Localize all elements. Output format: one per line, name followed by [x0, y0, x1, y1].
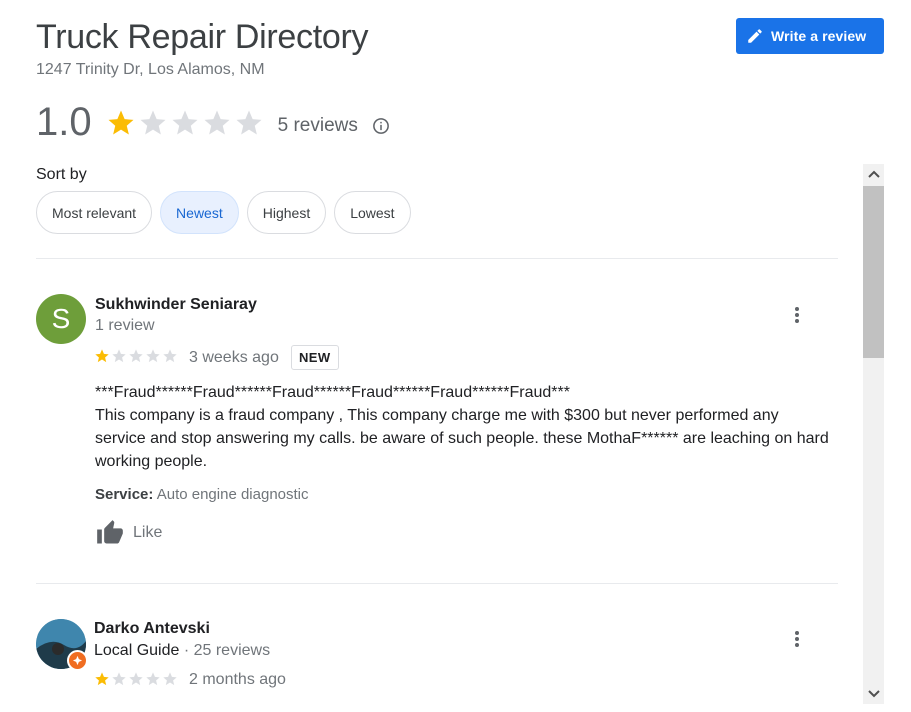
star-empty-icon: [129, 672, 143, 686]
review-text-headline: ***Fraud******Fraud******Fraud******Frau…: [95, 384, 570, 401]
review-text: ***Fraud******Fraud******Fraud******Frau…: [95, 381, 830, 473]
average-rating: 1.0: [36, 100, 92, 144]
sort-newest-chip[interactable]: Newest: [160, 191, 239, 234]
star-empty-icon: [146, 672, 160, 686]
business-title: Truck Repair Directory: [36, 18, 369, 56]
star-empty-icon: [129, 349, 143, 363]
star-empty-icon: [172, 110, 198, 134]
sort-label: Sort by: [36, 166, 87, 183]
reviewer-review-count: · 25 reviews: [179, 642, 271, 659]
star-filled-icon: [95, 349, 109, 363]
service-label: Service:: [95, 486, 154, 503]
scroll-up-icon[interactable]: [863, 164, 884, 184]
scrollbar[interactable]: [863, 164, 884, 704]
info-icon[interactable]: [372, 117, 390, 135]
star-empty-icon: [236, 110, 262, 134]
avatar-letter: S: [51, 303, 71, 334]
sort-chips: Most relevant Newest Highest Lowest: [36, 191, 419, 234]
rating-summary: 1.0 5 reviews: [36, 100, 390, 145]
reviewer-name[interactable]: Darko Antevski: [94, 620, 210, 638]
scrollbar-thumb[interactable]: [863, 186, 884, 358]
write-review-button[interactable]: Write a review: [736, 18, 884, 54]
divider: [36, 583, 838, 584]
review-text-body: This company is a fraud company , This c…: [95, 407, 829, 470]
like-button[interactable]: Like: [95, 519, 162, 547]
star-empty-icon: [163, 349, 177, 363]
rating-stars: [106, 108, 266, 138]
thumbs-up-icon: [97, 520, 123, 544]
review-service: Service: Auto engine diagnostic: [95, 486, 309, 503]
review-stars: [94, 671, 179, 687]
write-review-label: Write a review: [771, 28, 867, 44]
business-address: 1247 Trinity Dr, Los Alamos, NM: [36, 61, 265, 78]
like-label: Like: [133, 524, 163, 541]
local-guide-label: Local Guide: [94, 642, 180, 659]
more-options-icon[interactable]: [794, 629, 800, 649]
star-empty-icon: [112, 672, 126, 686]
avatar[interactable]: [36, 619, 88, 671]
review-time: 3 weeks ago: [189, 349, 279, 366]
star-empty-icon: [140, 110, 166, 134]
review-time: 2 months ago: [189, 671, 286, 688]
scroll-down-icon[interactable]: [863, 684, 884, 704]
sort-most-relevant-chip[interactable]: Most relevant: [36, 191, 153, 234]
star-filled-icon: [108, 110, 134, 134]
reviewer-name[interactable]: Sukhwinder Seniaray: [95, 296, 257, 314]
sort-lowest-chip[interactable]: Lowest: [334, 191, 411, 234]
reviewer-review-count: 1 review: [95, 317, 155, 334]
local-guide-badge-icon: [67, 650, 88, 671]
divider: [36, 258, 838, 259]
new-badge: NEW: [291, 345, 339, 370]
more-options-icon[interactable]: [794, 305, 800, 325]
sort-highest-chip[interactable]: Highest: [246, 191, 327, 234]
star-filled-icon: [95, 672, 109, 686]
review-count: 5 reviews: [277, 114, 358, 136]
pencil-icon: [748, 29, 762, 43]
star-empty-icon: [112, 349, 126, 363]
star-empty-icon: [204, 110, 230, 134]
avatar[interactable]: S: [36, 294, 86, 344]
reviewer-subtitle: Local Guide · 25 reviews: [94, 642, 270, 660]
review-stars: [94, 348, 179, 364]
star-empty-icon: [146, 349, 160, 363]
service-value: Auto engine diagnostic: [156, 486, 309, 503]
star-empty-icon: [163, 672, 177, 686]
